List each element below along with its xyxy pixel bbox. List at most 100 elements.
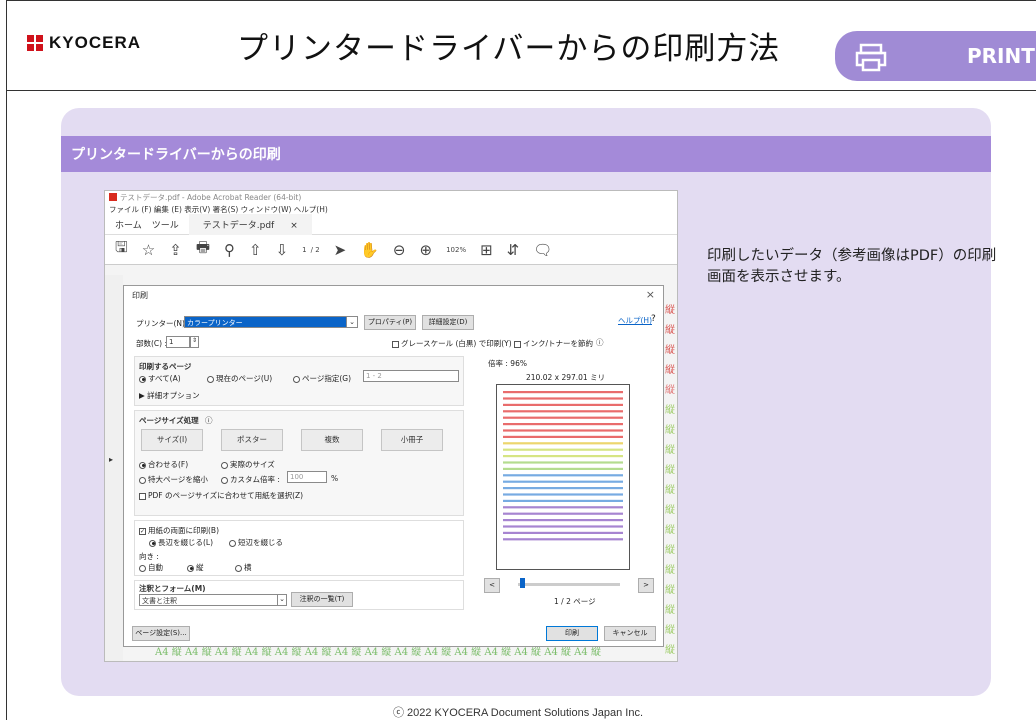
page-title: プリンタードライバーからの印刷方法 bbox=[237, 31, 781, 67]
actual-size-option[interactable]: 実際のサイズ bbox=[221, 459, 275, 470]
preview-line bbox=[503, 448, 623, 451]
preview-line bbox=[503, 525, 623, 528]
auto-orient-option[interactable]: 自動 bbox=[139, 562, 163, 573]
section-heading: プリンタードライバーからの印刷 bbox=[61, 136, 991, 172]
long-edge-radio[interactable] bbox=[149, 539, 156, 547]
save-ink-option[interactable]: インク/トナーを節約 bbox=[514, 338, 593, 349]
tab-document[interactable]: テストデータ.pdf × bbox=[188, 214, 312, 235]
printer-select[interactable]: カラープリンター bbox=[184, 316, 348, 328]
tab-close-icon[interactable]: × bbox=[290, 221, 298, 231]
help-icon[interactable]: ? bbox=[651, 314, 656, 324]
shrink-radio[interactable] bbox=[139, 476, 146, 484]
booklet-button[interactable]: 小冊子 bbox=[381, 429, 443, 451]
pdf-paper-checkbox[interactable] bbox=[139, 492, 146, 500]
pages-title: 印刷するページ bbox=[139, 362, 192, 371]
more-options-toggle[interactable]: ▶ 詳細オプション bbox=[139, 390, 200, 401]
all-pages-option[interactable]: すべて(A) bbox=[139, 373, 181, 384]
preview-slider-track[interactable] bbox=[518, 583, 620, 586]
comments-dropdown-icon[interactable]: ⌄ bbox=[277, 594, 287, 606]
landscape-radio[interactable] bbox=[235, 564, 242, 572]
page-current[interactable]: 1 bbox=[302, 246, 306, 254]
printer-dropdown-icon[interactable]: ⌄ bbox=[346, 316, 358, 328]
upload-icon[interactable]: ⇪ bbox=[169, 241, 182, 259]
page-sizing-info-icon[interactable]: ⓘ bbox=[205, 415, 213, 426]
zoom-level[interactable]: 102% bbox=[446, 246, 466, 254]
advanced-button[interactable]: 詳細設定(D) bbox=[422, 315, 474, 330]
margin-glyph: 縦 bbox=[665, 545, 675, 556]
portrait-option[interactable]: 縦 bbox=[187, 562, 204, 573]
preview-line bbox=[503, 455, 623, 458]
preview-line bbox=[503, 538, 623, 541]
all-pages-radio[interactable] bbox=[139, 375, 146, 383]
current-page-radio[interactable] bbox=[207, 375, 214, 383]
help-link[interactable]: ヘルプ(H) bbox=[618, 315, 652, 326]
prev-page-icon[interactable]: ⇧ bbox=[249, 241, 262, 259]
search-icon[interactable]: ⚲ bbox=[224, 241, 235, 259]
tab-home[interactable]: ホーム bbox=[115, 218, 142, 231]
auto-orient-radio[interactable] bbox=[139, 564, 146, 572]
next-page-icon[interactable]: ⇩ bbox=[276, 241, 289, 259]
actual-size-radio[interactable] bbox=[221, 461, 228, 469]
print-icon[interactable]: 🖶 bbox=[196, 237, 210, 262]
reader-toolbar: 🖫 ☆ ⇪ 🖶 ⚲ ⇧ ⇩ 1 / 2 ➤ ✋ ⊖ ⊕ 102% ⊞ ⇵ 🗨 bbox=[105, 235, 677, 265]
star-icon[interactable]: ☆ bbox=[142, 241, 155, 259]
preview-line bbox=[503, 461, 623, 464]
current-page-option[interactable]: 現在のページ(U) bbox=[207, 373, 272, 384]
preview-line bbox=[503, 391, 623, 394]
scroll-mode-icon[interactable]: ⇵ bbox=[507, 241, 520, 259]
custom-scale-option[interactable]: カスタム倍率 : bbox=[221, 474, 280, 485]
margin-glyph: 縦 bbox=[665, 365, 675, 376]
margin-glyph: 縦 bbox=[665, 465, 675, 476]
portrait-radio[interactable] bbox=[187, 564, 194, 572]
left-panel: ▸ bbox=[105, 275, 123, 661]
zoom-in-icon[interactable]: ⊕ bbox=[420, 241, 433, 259]
comments-list-button[interactable]: 注釈の一覧(T) bbox=[291, 592, 353, 607]
size-button[interactable]: サイズ(I) bbox=[141, 429, 203, 451]
save-ink-checkbox[interactable] bbox=[514, 340, 521, 348]
grayscale-checkbox[interactable] bbox=[392, 340, 399, 348]
expand-panel-icon[interactable]: ▸ bbox=[109, 455, 113, 464]
duplex-option[interactable]: ✓ 用紙の両面に印刷(B) bbox=[139, 525, 219, 536]
page-range-input[interactable]: 1 - 2 bbox=[363, 370, 459, 382]
custom-scale-input[interactable]: 100 bbox=[287, 471, 327, 483]
properties-button[interactable]: プロパティ(P) bbox=[364, 315, 416, 330]
custom-scale-radio[interactable] bbox=[221, 476, 228, 484]
landscape-option[interactable]: 横 bbox=[235, 562, 252, 573]
copies-input[interactable]: 1 bbox=[166, 336, 190, 348]
cursor-icon[interactable]: ➤ bbox=[334, 241, 347, 259]
copies-stepper[interactable]: ⇕ bbox=[190, 336, 199, 348]
info-icon[interactable]: ⓘ bbox=[596, 337, 604, 348]
pdf-icon bbox=[109, 193, 117, 201]
fit-radio[interactable] bbox=[139, 461, 146, 469]
long-edge-option[interactable]: 長辺を綴じる(L) bbox=[149, 537, 213, 548]
hand-icon[interactable]: ✋ bbox=[360, 241, 379, 259]
pdf-paper-option[interactable]: PDF のページサイズに合わせて用紙を選択(Z) bbox=[139, 490, 303, 501]
save-icon[interactable]: 🖫 bbox=[115, 237, 128, 262]
page-range-radio[interactable] bbox=[293, 375, 300, 383]
comment-icon[interactable]: 🗨 bbox=[533, 241, 552, 259]
prev-page-button[interactable]: < bbox=[484, 578, 500, 593]
multiple-button[interactable]: 複数 bbox=[301, 429, 363, 451]
page-sizing-title: ページサイズ処理 bbox=[139, 416, 199, 425]
short-edge-option[interactable]: 短辺を綴じる bbox=[229, 537, 283, 548]
preview-line bbox=[503, 487, 623, 490]
page-range-option[interactable]: ページ指定(G) bbox=[293, 373, 351, 384]
custom-scale-label: カスタム倍率 : bbox=[230, 475, 280, 484]
comments-select[interactable]: 文書と注釈 bbox=[139, 594, 285, 606]
shrink-option[interactable]: 特大ページを縮小 bbox=[139, 474, 208, 485]
preview-slider-thumb[interactable] bbox=[520, 578, 525, 588]
short-edge-radio[interactable] bbox=[229, 539, 236, 547]
print-button[interactable]: 印刷 bbox=[546, 626, 598, 641]
fit-page-icon[interactable]: ⊞ bbox=[480, 241, 493, 259]
duplex-checkbox[interactable]: ✓ bbox=[139, 527, 146, 535]
next-page-button[interactable]: > bbox=[638, 578, 654, 593]
page-setup-button[interactable]: ページ設定(S)... bbox=[132, 626, 190, 641]
tab-tools[interactable]: ツール bbox=[152, 218, 179, 231]
zoom-out-icon[interactable]: ⊖ bbox=[393, 241, 406, 259]
fit-option[interactable]: 合わせる(F) bbox=[139, 459, 188, 470]
dialog-close-icon[interactable]: × bbox=[646, 288, 655, 301]
cancel-button[interactable]: キャンセル bbox=[604, 626, 656, 641]
window-titlebar: テストデータ.pdf - Adobe Acrobat Reader (64-bi… bbox=[105, 191, 677, 203]
grayscale-option[interactable]: グレースケール (白黒) で印刷(Y) bbox=[392, 338, 512, 349]
poster-button[interactable]: ポスター bbox=[221, 429, 283, 451]
